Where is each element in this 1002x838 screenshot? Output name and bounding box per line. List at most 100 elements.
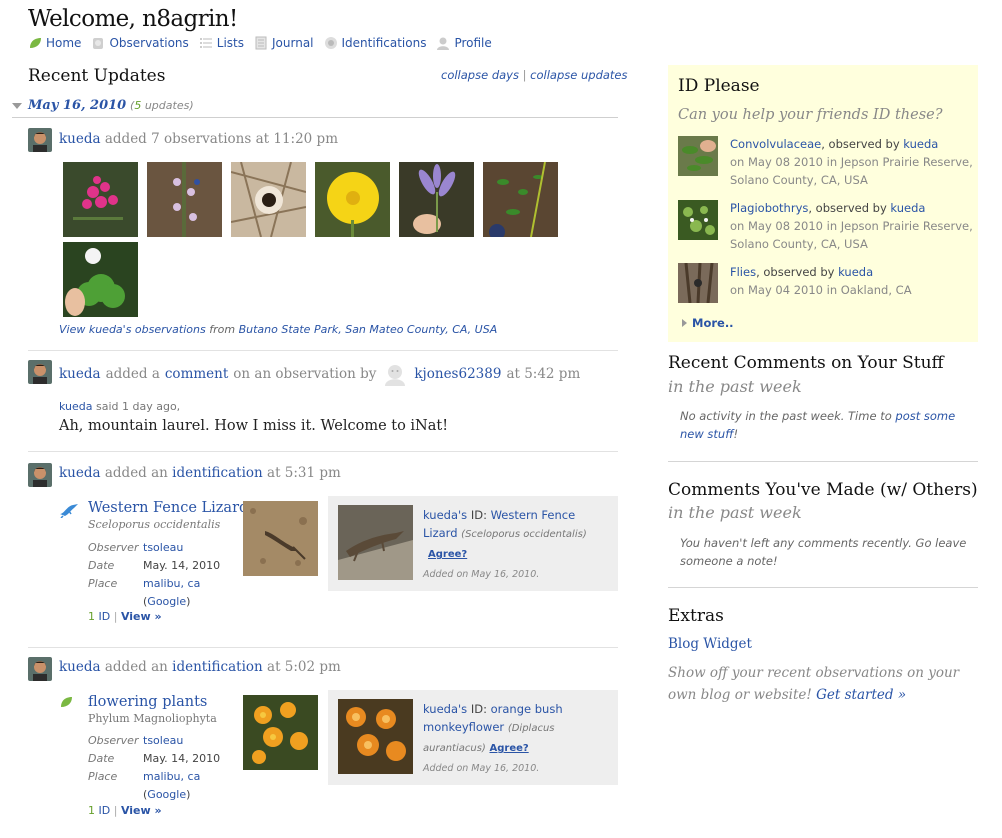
id-please-user-link[interactable]: kueda bbox=[890, 201, 925, 215]
avatar[interactable] bbox=[28, 360, 52, 384]
observer-link[interactable]: tsoleau bbox=[143, 734, 183, 747]
taxon-link[interactable]: flowering plants bbox=[88, 694, 207, 710]
nav-identifications-label: Identifications bbox=[341, 36, 427, 50]
observed-by-text: , observed by bbox=[808, 201, 887, 215]
observation-thumbnail[interactable] bbox=[315, 162, 390, 237]
post-new-stuff-link[interactable]: post some bbox=[895, 409, 955, 423]
place-link[interactable]: malibu, ca bbox=[143, 577, 200, 590]
note-end: ! bbox=[733, 427, 739, 441]
google-link[interactable]: Google bbox=[147, 788, 186, 801]
id-label: ID: bbox=[470, 508, 487, 522]
date-label: Date bbox=[88, 559, 115, 572]
recent-comments-text: No activity in the past week. Time to bbox=[680, 409, 892, 423]
id-scientific-a: (Diplacus bbox=[507, 723, 555, 734]
id-please-thumbnail[interactable] bbox=[678, 200, 718, 240]
recent-comments-subtitle: in the past week bbox=[668, 377, 802, 396]
user-link[interactable]: kueda bbox=[59, 366, 101, 382]
more-toggle[interactable]: More.. bbox=[682, 316, 734, 330]
observation-thumbnail[interactable] bbox=[63, 242, 138, 317]
user-link[interactable]: kueda bbox=[59, 131, 101, 147]
google-link[interactable]: Google bbox=[147, 595, 186, 608]
collapse-links: collapse days | collapse updates bbox=[441, 68, 628, 82]
id-please-taxon-link[interactable]: Convolvulaceae bbox=[730, 137, 821, 151]
observed-by-text: , observed by bbox=[821, 137, 900, 151]
user-link[interactable]: kueda bbox=[59, 659, 101, 675]
id-taxon-link-cont[interactable]: monkeyflower bbox=[423, 720, 504, 734]
comments-made-text-a: You haven't left any comments recently. … bbox=[680, 536, 967, 550]
agree-link[interactable]: Agree? bbox=[428, 549, 467, 560]
nav-profile[interactable]: Profile bbox=[436, 36, 492, 50]
id-taxon-link[interactable]: orange bush bbox=[491, 702, 563, 716]
observation-thumbnail[interactable] bbox=[231, 162, 306, 237]
observations-meta: View kueda's observations from Butano St… bbox=[59, 323, 497, 336]
id-taxon-link[interactable]: Western Fence bbox=[491, 508, 576, 522]
journal-icon bbox=[255, 36, 267, 50]
observation-thumbnail[interactable] bbox=[243, 695, 318, 770]
id-please-user-link[interactable]: kueda bbox=[838, 265, 873, 279]
place-link[interactable]: Butano State Park, San Mateo County, CA,… bbox=[239, 323, 498, 336]
other-user-link[interactable]: kjones62389 bbox=[414, 366, 501, 382]
collapse-updates-link[interactable]: collapse updates bbox=[530, 68, 627, 82]
nav-lists-label: Lists bbox=[216, 36, 244, 50]
id-taxon-link-cont[interactable]: Lizard bbox=[423, 526, 458, 540]
id-please-detail: Solano County, CA, USA bbox=[730, 237, 868, 251]
identification-link[interactable]: identification bbox=[172, 659, 263, 675]
expand-triangle-icon bbox=[682, 319, 687, 327]
id-user-link[interactable]: kueda's bbox=[423, 508, 467, 522]
place-link[interactable]: malibu, ca bbox=[143, 770, 200, 783]
post-new-stuff-link-cont[interactable]: new stuff bbox=[680, 427, 734, 441]
comment-user-link[interactable]: kueda bbox=[59, 400, 93, 413]
nav-observations[interactable]: Observations bbox=[91, 36, 189, 50]
comment-body: Ah, mountain laurel. How I miss it. Welc… bbox=[59, 418, 449, 434]
taxon-link[interactable]: Western Fence Lizard bbox=[88, 500, 248, 516]
update-time: at 5:31 pm bbox=[267, 465, 341, 481]
avatar[interactable] bbox=[28, 128, 52, 152]
id-please-detail: on May 08 2010 in Jepson Prairie Reserve… bbox=[730, 219, 973, 233]
view-link[interactable]: View » bbox=[121, 804, 162, 817]
observation-thumbnail[interactable] bbox=[147, 162, 222, 237]
nav-lists[interactable]: Lists bbox=[199, 36, 244, 50]
nav-home[interactable]: Home bbox=[28, 36, 81, 50]
observation-thumbnail[interactable] bbox=[243, 501, 318, 576]
collapse-days-link[interactable]: collapse days bbox=[441, 68, 519, 82]
user-link[interactable]: kueda bbox=[59, 465, 101, 481]
identification-thumbnail[interactable] bbox=[338, 699, 413, 774]
observer-link[interactable]: tsoleau bbox=[143, 541, 183, 554]
identification-link[interactable]: identification bbox=[172, 465, 263, 481]
avatar[interactable] bbox=[28, 463, 52, 487]
nav-identifications[interactable]: Identifications bbox=[324, 36, 427, 50]
view-observations-link[interactable]: View kueda's observations bbox=[59, 323, 206, 336]
agree-link[interactable]: Agree? bbox=[489, 743, 528, 754]
nav-journal-label: Journal bbox=[272, 36, 314, 50]
update-text-a: added an bbox=[104, 659, 168, 675]
id-please-user-link[interactable]: kueda bbox=[903, 137, 938, 151]
id-user-link[interactable]: kueda's bbox=[423, 702, 467, 716]
nav-journal[interactable]: Journal bbox=[254, 36, 314, 50]
id-please-thumbnail[interactable] bbox=[678, 262, 718, 304]
observation-thumbnail[interactable] bbox=[399, 162, 474, 237]
id-please-item: Flies, observed by kueda on May 04 2010 … bbox=[730, 263, 912, 299]
id-please-taxon-link[interactable]: Plagiobothrys bbox=[730, 201, 808, 215]
collapse-triangle-icon[interactable] bbox=[12, 102, 22, 109]
observation-thumbnail[interactable] bbox=[483, 162, 558, 237]
identification-text: kueda's ID: Western Fence Lizard (Scelop… bbox=[423, 506, 613, 584]
id-please-taxon-link[interactable]: Flies bbox=[730, 265, 756, 279]
get-started-link[interactable]: Get started » bbox=[816, 687, 906, 703]
id-count-link[interactable]: ID bbox=[99, 610, 111, 623]
identification-thumbnail[interactable] bbox=[338, 505, 413, 580]
from-text: from bbox=[209, 323, 236, 336]
lizard-icon bbox=[60, 504, 78, 518]
day-header[interactable]: May 16, 2010 (5 updates) bbox=[12, 98, 618, 118]
more-link[interactable]: More.. bbox=[692, 316, 734, 330]
comment-link[interactable]: comment bbox=[165, 366, 228, 382]
blog-widget-link[interactable]: Blog Widget bbox=[668, 636, 752, 652]
view-link[interactable]: View » bbox=[121, 610, 162, 623]
observation-thumbnail[interactable] bbox=[63, 162, 138, 237]
update-time: at 5:02 pm bbox=[267, 659, 341, 675]
id-count-row: 1 ID | View » bbox=[88, 804, 162, 817]
id-count-link[interactable]: ID bbox=[99, 804, 111, 817]
observer-label: Observer bbox=[88, 541, 139, 554]
divider bbox=[668, 587, 978, 588]
avatar[interactable] bbox=[28, 657, 52, 681]
id-please-thumbnail[interactable] bbox=[678, 136, 718, 176]
